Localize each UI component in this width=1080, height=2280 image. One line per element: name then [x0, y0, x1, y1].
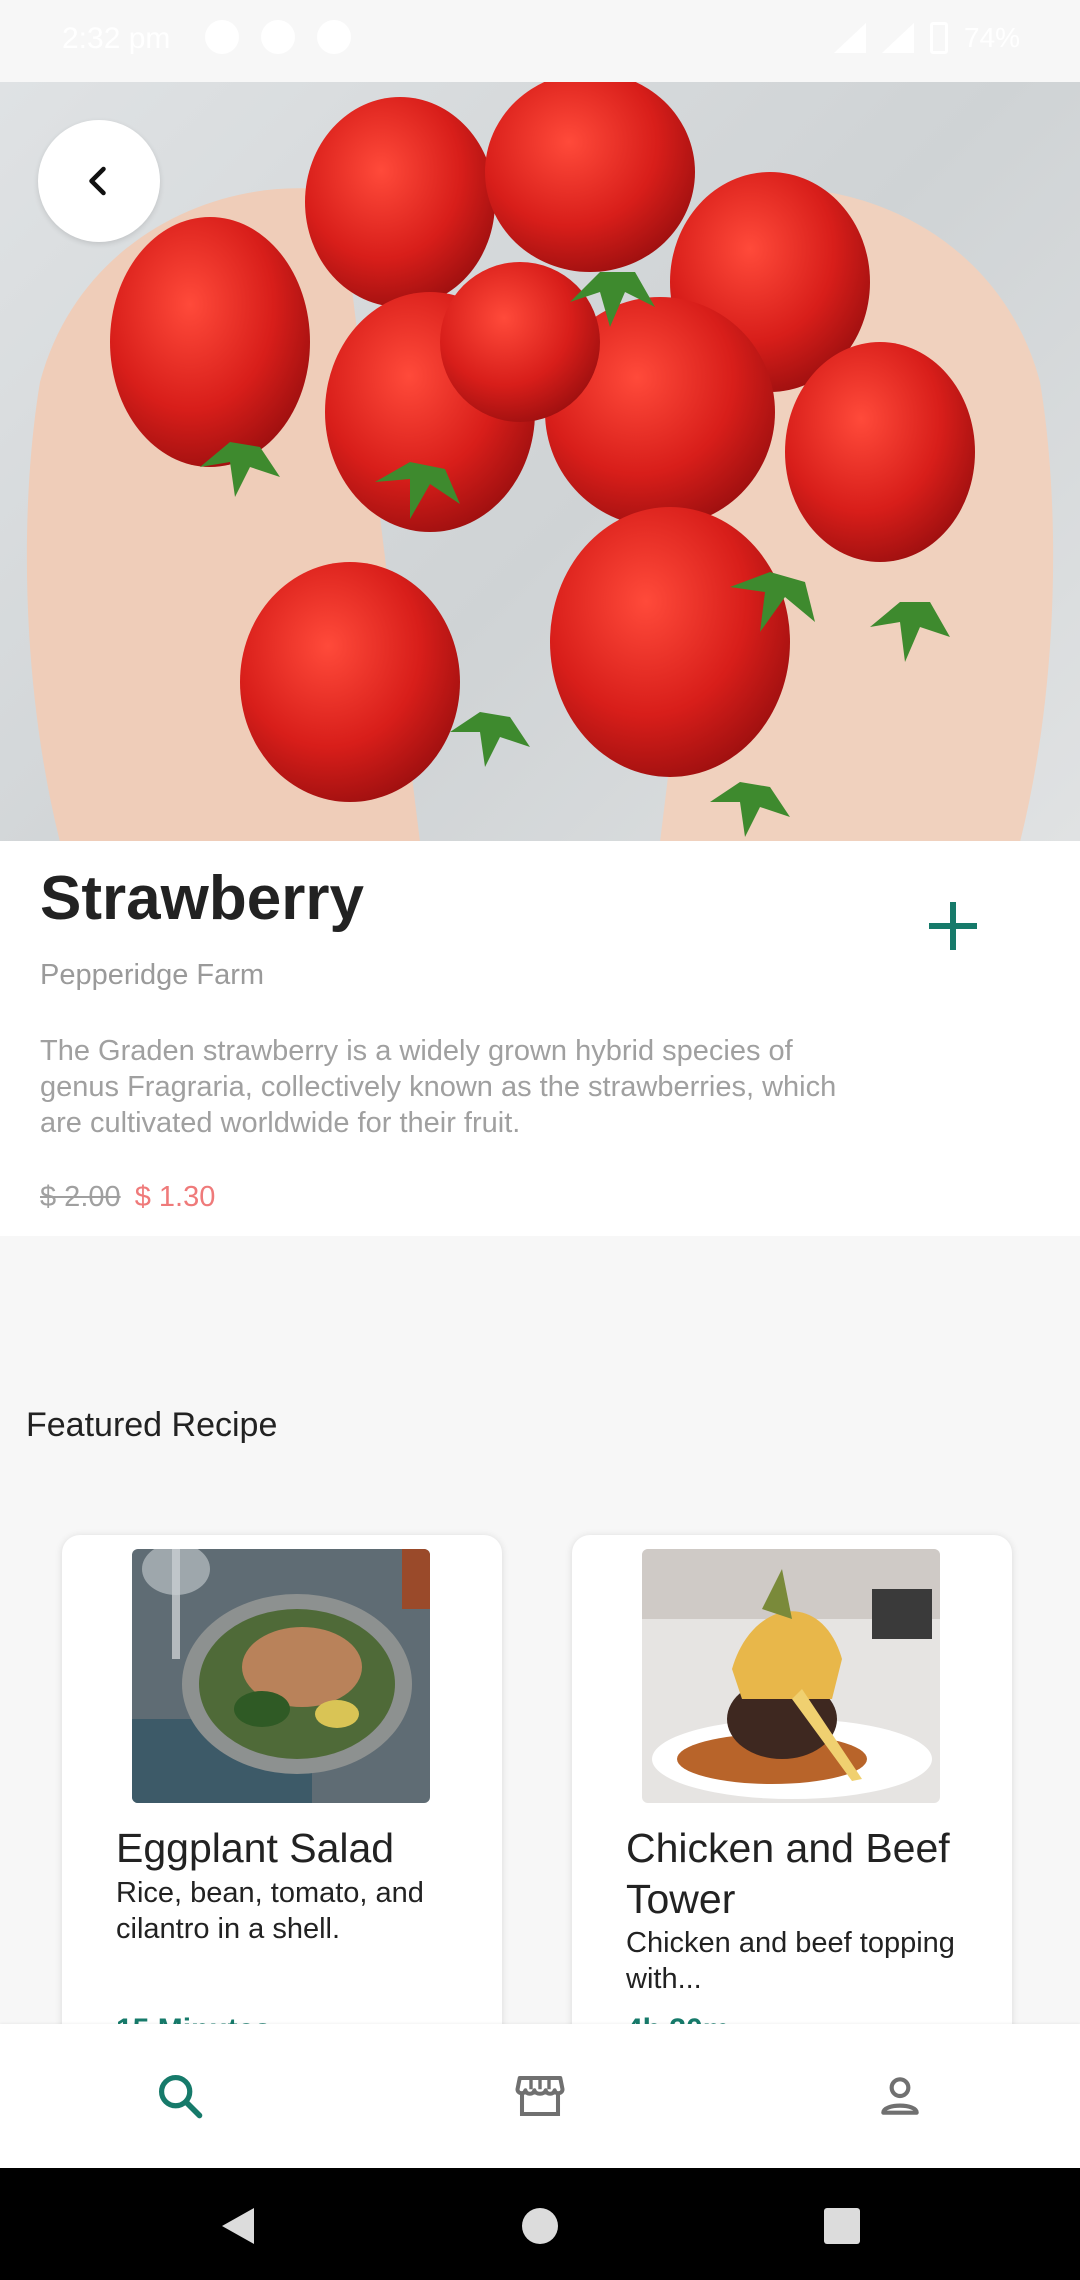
recipe-description: Chicken and beef topping with...: [626, 1927, 955, 1995]
add-to-cart-button[interactable]: [918, 891, 988, 961]
product-brand: Pepperidge Farm: [40, 959, 265, 991]
beef-tower-illustration: [642, 1549, 940, 1803]
nav-store[interactable]: [510, 2066, 570, 2126]
system-navigation-bar: [0, 2168, 1080, 2280]
recipe-name: Chicken and Beef Tower: [626, 1825, 950, 1922]
recipe-image: [132, 1549, 430, 1803]
status-right: 74%: [833, 22, 1020, 54]
product-info: Strawberry Pepperidge Farm The Graden st…: [0, 841, 1080, 1236]
salad-illustration: [132, 1549, 430, 1803]
product-description: The Graden strawberry is a widely grown …: [40, 1035, 837, 1139]
search-icon: [158, 2074, 203, 2119]
system-recents-button[interactable]: [820, 2204, 864, 2248]
battery-icon: [929, 22, 948, 54]
recipe-card[interactable]: Chicken and Beef Tower Chicken and beef …: [572, 1535, 1012, 2055]
recipe-name: Eggplant Salad: [116, 1825, 395, 1871]
signal-icon-2: [881, 23, 914, 53]
system-back-button[interactable]: [216, 2204, 260, 2248]
bottom-navigation: [0, 2024, 1080, 2168]
price-row: $ 2.00 $ 1.30: [40, 1181, 215, 1214]
triangle-back-icon: [222, 2208, 254, 2244]
back-button[interactable]: [38, 120, 160, 242]
price-original: $ 2.00: [40, 1181, 121, 1213]
cloud-icon: [317, 20, 351, 54]
store-icon: [515, 2075, 565, 2117]
nav-search[interactable]: [150, 2066, 210, 2126]
system-home-button[interactable]: [518, 2204, 562, 2248]
plus-icon: [929, 902, 977, 950]
square-recents-icon: [824, 2208, 860, 2244]
recipe-card[interactable]: Eggplant Salad Rice, bean, tomato, and c…: [62, 1535, 502, 2055]
nav-profile[interactable]: [870, 2066, 930, 2126]
recipe-image: [642, 1549, 940, 1803]
section-title: Featured Recipe: [26, 1406, 278, 1444]
status-time: 2:32 pm: [62, 22, 171, 55]
notification-icons: [205, 20, 351, 54]
app-notification-icon: [261, 20, 295, 54]
product-image: [0, 82, 1080, 841]
recipe-description: Rice, bean, tomato, and cilantro in a sh…: [116, 1877, 424, 1945]
person-icon: [881, 2077, 919, 2115]
wifi-icon: [205, 20, 239, 54]
chevron-left-icon: [89, 166, 106, 196]
circle-home-icon: [522, 2208, 558, 2244]
price-sale: $ 1.30: [134, 1181, 216, 1213]
strawberries-illustration: [26, 82, 1054, 841]
signal-icon: [833, 23, 866, 53]
status-bar: 2:32 pm 74%: [0, 0, 1080, 82]
battery-level: 74%: [963, 22, 1020, 53]
product-title: Strawberry: [40, 864, 364, 933]
